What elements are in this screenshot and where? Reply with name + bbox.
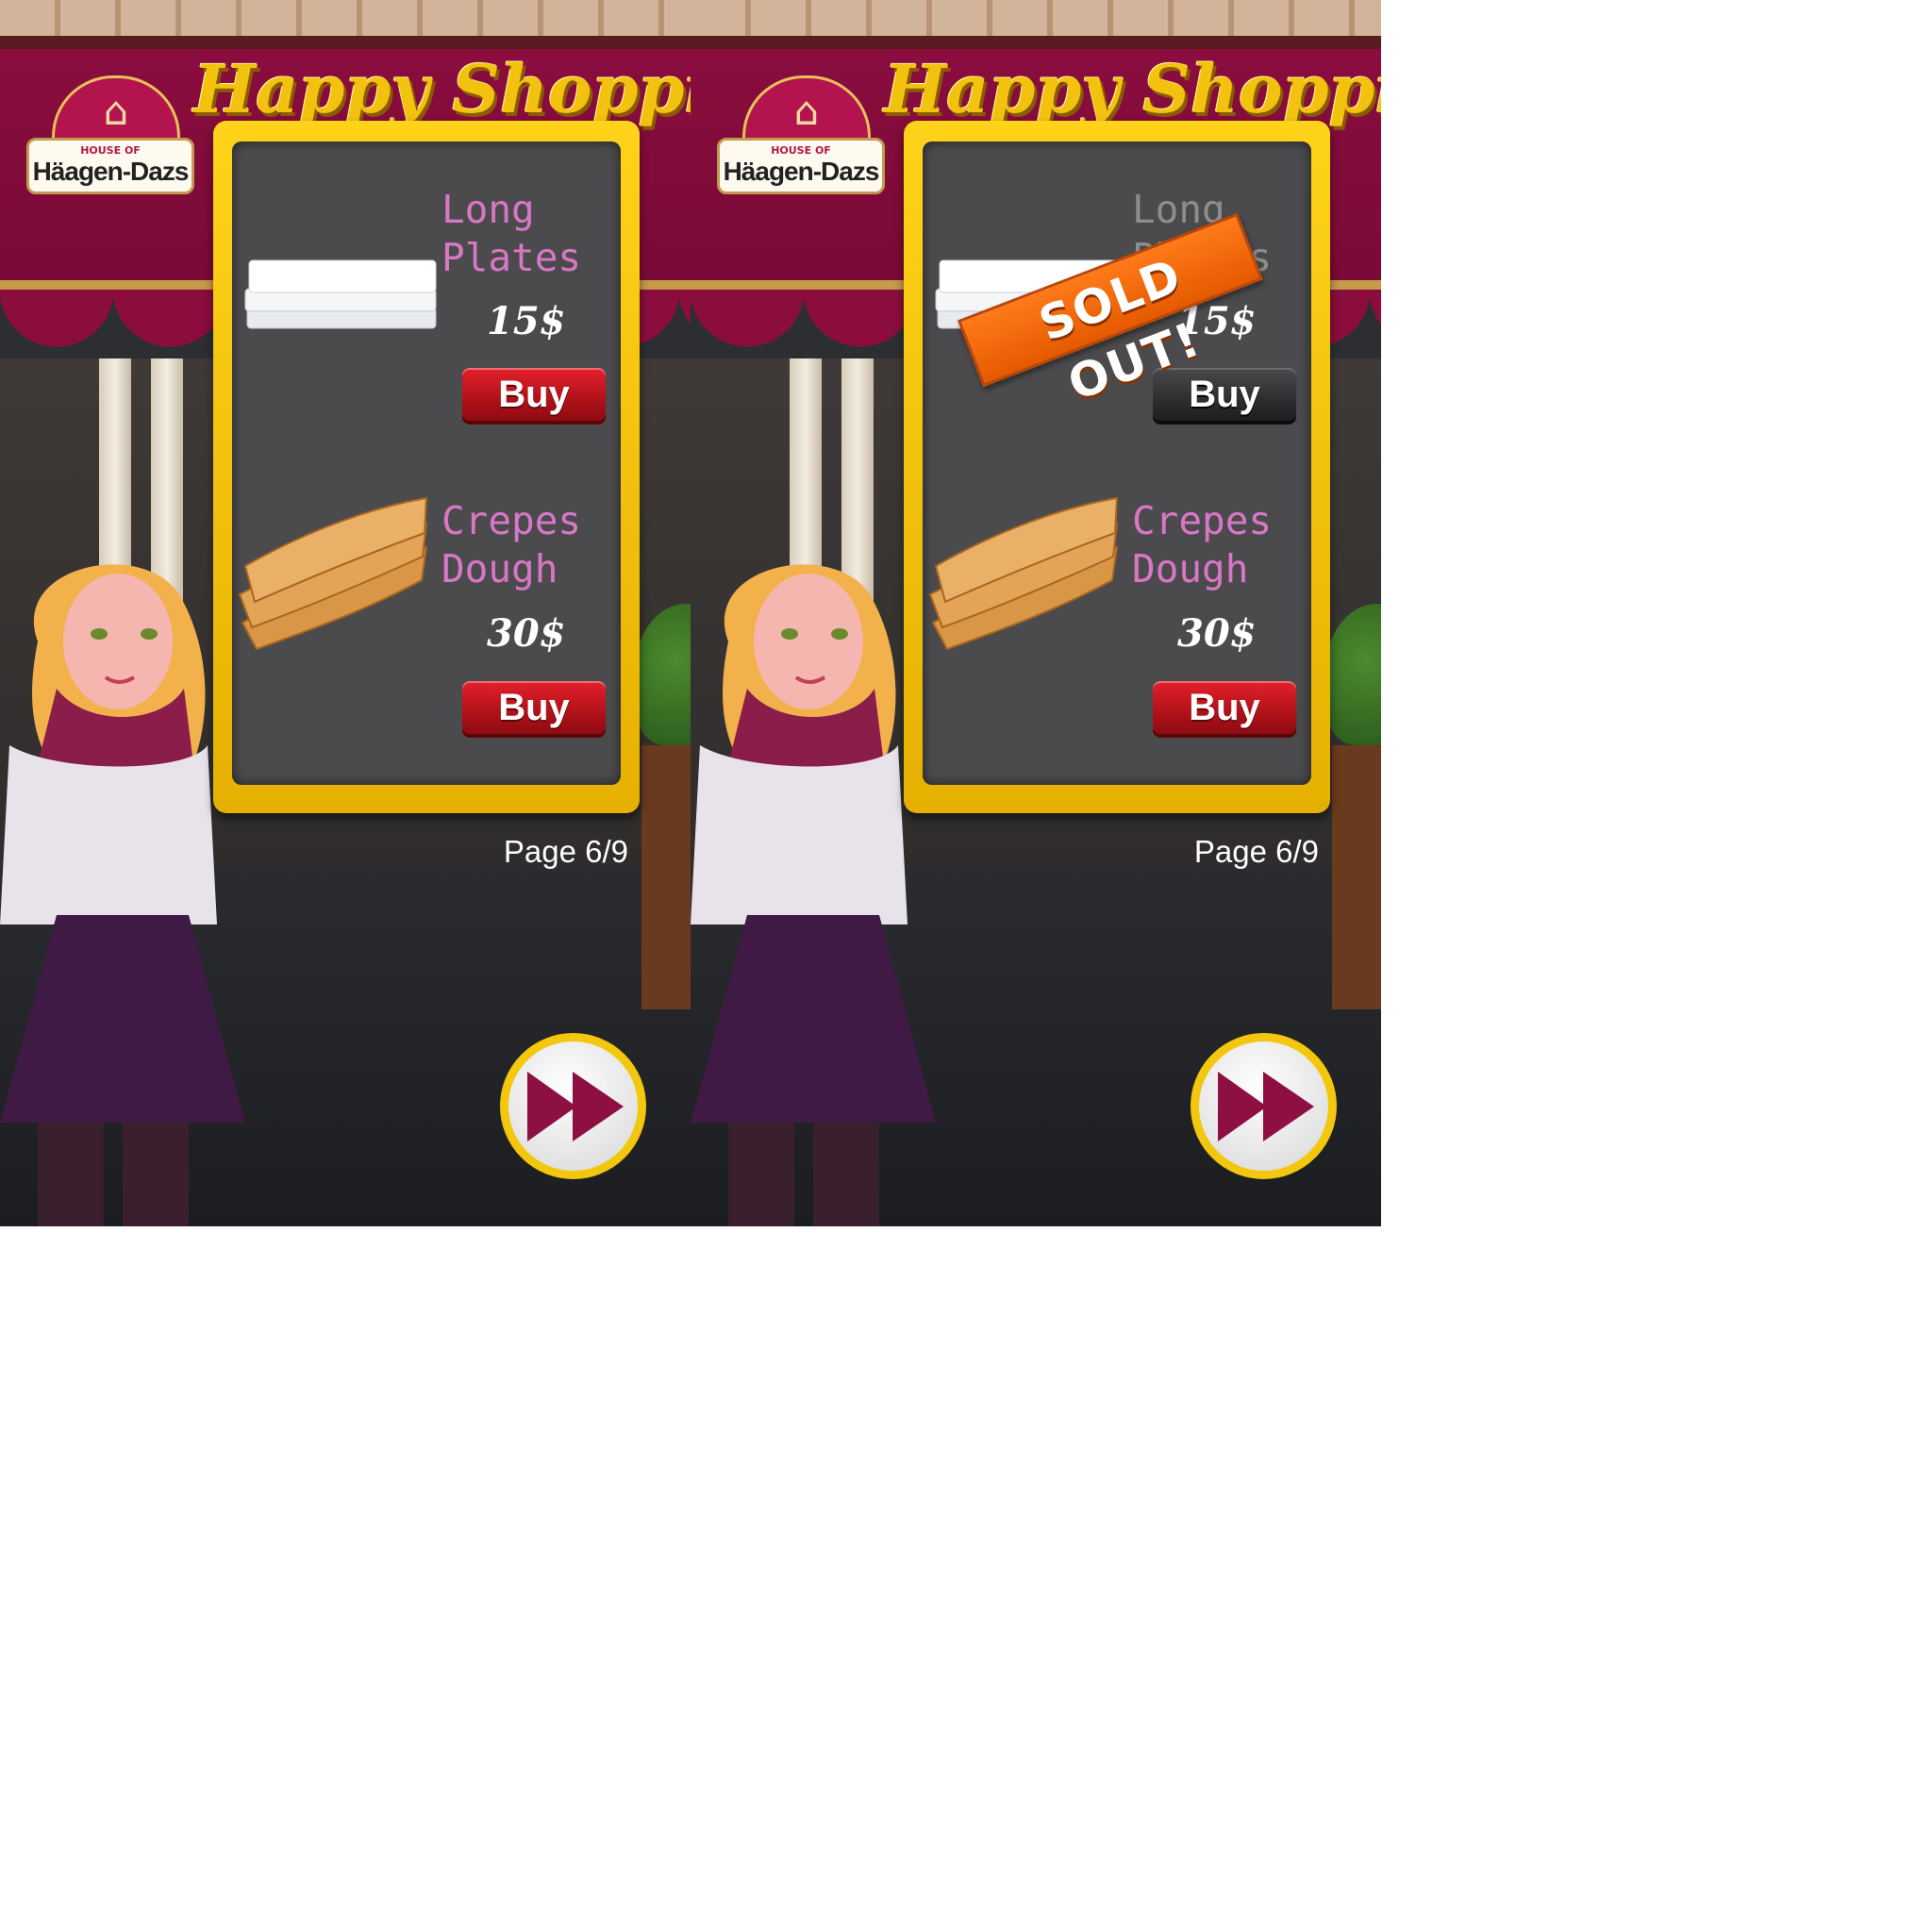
- item-name-crepes-dough: Crepes Dough: [1132, 498, 1273, 591]
- item-price-crepes-dough: 30$: [487, 611, 566, 656]
- shop-board: Long Plates 15$ Buy Crepes Dough 30$ Buy: [213, 121, 640, 813]
- buy-button-long-plates[interactable]: Buy: [462, 368, 606, 421]
- buy-button-crepes-dough[interactable]: Buy: [462, 681, 606, 734]
- item-name-crepes-dough: Crepes Dough: [441, 498, 582, 591]
- logo-subtitle: HOUSE OF: [771, 144, 831, 157]
- brand-logo: HOUSE OF Häagen-Dazs: [717, 138, 885, 194]
- next-page-button[interactable]: [1191, 1033, 1337, 1179]
- page-indicator: Page 6/9: [503, 834, 628, 869]
- page-title: Happy Shopping: [884, 50, 1381, 128]
- next-page-button[interactable]: [500, 1033, 646, 1179]
- fast-forward-icon: [1218, 1072, 1314, 1141]
- planter: [1332, 745, 1381, 1009]
- house-icon: ⌂: [103, 88, 129, 134]
- logo-brand-name: Häagen-Dazs: [32, 157, 190, 186]
- logo-brand-name: Häagen-Dazs: [723, 157, 880, 186]
- shop-screen-left: ⌂ HOUSE OF Häagen-Dazs Happy Shopping Lo…: [0, 0, 691, 1226]
- brand-logo: HOUSE OF Häagen-Dazs: [26, 138, 194, 194]
- item-price-long-plates: 15$: [487, 299, 566, 343]
- logo-subtitle: HOUSE OF: [80, 144, 141, 157]
- item-name-long-plates: Long Plates: [441, 187, 582, 280]
- storefront-wall: [691, 0, 1381, 36]
- shop-board: Long Plates 15$ Buy Crepes Dough 30$ Buy: [904, 121, 1330, 813]
- fast-forward-icon: [527, 1072, 624, 1141]
- planter: [641, 745, 691, 1009]
- house-icon: ⌂: [793, 88, 820, 134]
- page-title: Happy Shopping: [193, 50, 691, 128]
- crepes-dough-image: [928, 496, 1119, 651]
- item-price-crepes-dough: 30$: [1177, 611, 1257, 656]
- storefront-wall: [0, 0, 691, 36]
- shop-board-panel: Long Plates 15$ Buy Crepes Dough 30$ Buy: [232, 142, 621, 785]
- buy-button-crepes-dough[interactable]: Buy: [1153, 681, 1296, 734]
- shop-screen-right: ⌂ HOUSE OF Häagen-Dazs Happy Shopping Lo…: [691, 0, 1381, 1226]
- shop-board-panel: Long Plates 15$ Buy Crepes Dough 30$ Buy: [923, 142, 1311, 785]
- page-indicator: Page 6/9: [1193, 834, 1319, 869]
- crepes-dough-image: [238, 496, 428, 651]
- long-plates-image: [244, 259, 437, 329]
